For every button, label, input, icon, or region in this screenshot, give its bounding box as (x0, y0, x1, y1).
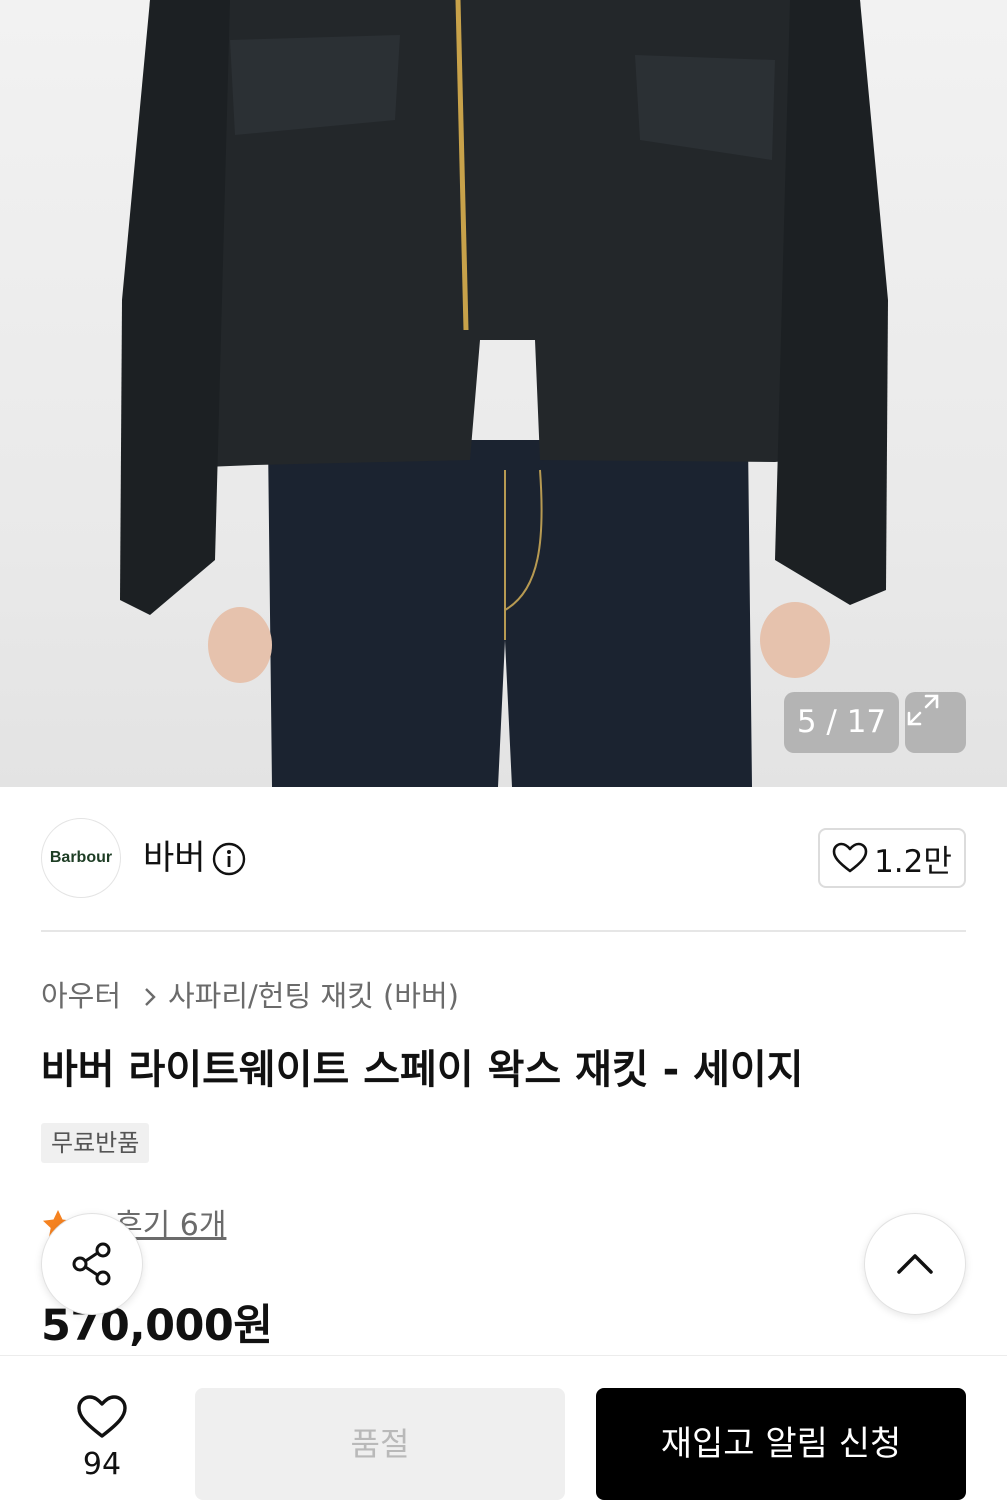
like-count: 94 (82, 1447, 122, 1482)
brand-logo-text: Barbour (49, 849, 113, 866)
product-photo (120, 0, 888, 787)
heart-icon (832, 842, 868, 873)
brand-like-button[interactable]: 1.2만 (818, 828, 966, 888)
product-title: 바버 라이트웨이트 스페이 왁스 재킷 - 세이지 (41, 1047, 804, 1093)
info-icon[interactable] (212, 842, 246, 876)
divider (41, 930, 966, 932)
breadcrumb-subcategory[interactable]: 사파리/헌팅 재킷 (바버) (168, 978, 459, 1014)
bottom-action-bar: 94 품절 재입고 알림 신청 (0, 1355, 1007, 1500)
expand-button[interactable] (905, 692, 966, 753)
brand-logo[interactable]: Barbour (41, 818, 121, 898)
free-return-badge: 무료반품 (41, 1123, 150, 1163)
breadcrumb-category[interactable]: 아우터 (41, 978, 121, 1014)
chevron-right-icon (145, 988, 156, 1006)
heart-icon (77, 1395, 127, 1438)
soldout-button[interactable]: 품절 (195, 1388, 565, 1500)
scroll-top-button[interactable] (864, 1213, 966, 1315)
brand-name[interactable]: 바버 (143, 838, 206, 878)
brand-like-count: 1.2만 (874, 843, 952, 880)
expand-icon (907, 694, 939, 726)
image-counter: 5 / 17 (784, 692, 899, 753)
chevron-up-icon (897, 1254, 933, 1274)
share-button[interactable] (41, 1213, 143, 1315)
restock-alert-button[interactable]: 재입고 알림 신청 (596, 1388, 966, 1500)
share-icon (72, 1242, 111, 1286)
product-image-gallery[interactable]: 5 / 17 (0, 0, 1007, 787)
like-button[interactable]: 94 (60, 1394, 144, 1482)
